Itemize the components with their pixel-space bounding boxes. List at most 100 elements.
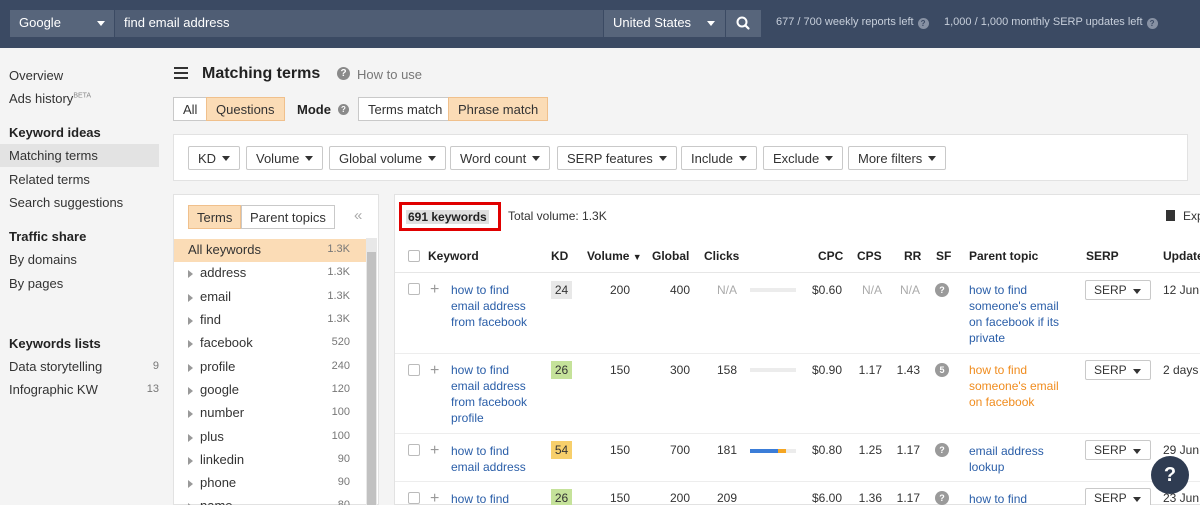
serp-button[interactable]: SERP — [1085, 280, 1151, 300]
expand-arrow-icon[interactable] — [188, 480, 193, 488]
expand-arrow-icon[interactable] — [188, 410, 193, 418]
term-item[interactable]: profile 240 — [174, 356, 366, 379]
term-item[interactable]: linkedin 90 — [174, 449, 366, 472]
term-item[interactable]: email 1.3K — [174, 286, 366, 309]
add-to-list-icon[interactable]: + — [430, 491, 439, 505]
sidebar-item-related-terms[interactable]: Related terms — [9, 172, 90, 187]
search-input[interactable]: find email address — [115, 10, 603, 37]
cpc-value: $6.00 — [811, 491, 842, 505]
keyword-link[interactable]: how to find email address from facebook — [451, 282, 541, 330]
expand-arrow-icon[interactable] — [188, 317, 193, 325]
menu-icon[interactable] — [174, 67, 188, 79]
help-icon[interactable]: ? — [1146, 18, 1158, 29]
terms-scrollbar-thumb[interactable] — [367, 252, 376, 505]
filter-questions-button[interactable]: Questions — [206, 97, 285, 121]
filter-all-button[interactable]: All — [173, 97, 208, 121]
parent-topic-link[interactable]: how to find someone's email on facebook … — [969, 282, 1074, 346]
country-select[interactable]: United States — [604, 10, 725, 37]
chevron-down-icon — [1133, 497, 1141, 502]
sidebar-item-by-domains[interactable]: By domains — [9, 252, 77, 267]
global-volume-filter-button[interactable]: Global volume — [329, 146, 447, 170]
term-item[interactable]: number 100 — [174, 402, 366, 425]
more-filters-button[interactable]: More filters — [848, 146, 947, 170]
expand-arrow-icon[interactable] — [188, 364, 193, 372]
expand-arrow-icon[interactable] — [188, 294, 193, 302]
serp-button[interactable]: SERP — [1085, 440, 1151, 460]
serp-button[interactable]: SERP — [1085, 488, 1151, 505]
volume-filter-button[interactable]: Volume — [246, 146, 324, 170]
add-to-list-icon[interactable]: + — [430, 282, 439, 298]
expand-arrow-icon[interactable] — [188, 387, 193, 395]
term-item[interactable]: facebook 520 — [174, 332, 366, 355]
expand-arrow-icon[interactable] — [188, 340, 193, 348]
keyword-link[interactable]: how to find — [451, 491, 541, 505]
column-header-cps[interactable]: CPS — [857, 249, 882, 263]
expand-arrow-icon[interactable] — [188, 434, 193, 442]
tab-terms[interactable]: Terms — [188, 205, 242, 229]
row-checkbox[interactable] — [408, 283, 420, 295]
term-item[interactable]: address 1.3K — [174, 262, 366, 285]
help-icon[interactable]: ? — [917, 18, 929, 29]
exclude-filter-button[interactable]: Exclude — [763, 146, 844, 170]
help-icon[interactable]: ? — [338, 104, 349, 115]
column-header-parent-topic[interactable]: Parent topic — [969, 249, 1038, 263]
term-item[interactable]: google 120 — [174, 379, 366, 402]
sidebar-item-list[interactable]: Infographic KW 13 — [9, 382, 159, 397]
keyword-link[interactable]: how to find email address — [451, 443, 541, 475]
export-button[interactable]: Exp — [1183, 209, 1200, 223]
column-header-volume[interactable]: Volume ▼ — [587, 249, 642, 263]
sidebar-item-ads-history[interactable]: Ads historyBETA — [9, 91, 91, 106]
sidebar-item-search-suggestions[interactable]: Search suggestions — [9, 195, 123, 210]
phrase-match-button[interactable]: Phrase match — [448, 97, 549, 121]
expand-arrow-icon[interactable] — [188, 270, 193, 278]
kd-filter-button[interactable]: KD — [188, 146, 241, 170]
column-header-rr[interactable]: RR — [904, 249, 921, 263]
serp-features-icon[interactable]: ? — [935, 443, 949, 457]
serp-features-icon[interactable]: ? — [935, 283, 949, 297]
term-item[interactable]: All keywords 1.3K — [174, 239, 366, 262]
help-chat-button[interactable]: ? — [1151, 456, 1189, 494]
search-engine-select[interactable]: Google — [10, 10, 114, 37]
serp-features-icon[interactable]: 5 — [935, 363, 949, 377]
column-header-clicks[interactable]: Clicks — [704, 249, 739, 263]
row-checkbox[interactable] — [408, 364, 420, 376]
search-button[interactable] — [726, 10, 761, 37]
expand-arrow-icon[interactable] — [188, 457, 193, 465]
row-checkbox[interactable] — [408, 492, 420, 504]
row-checkbox[interactable] — [408, 444, 420, 456]
add-to-list-icon[interactable]: + — [430, 443, 439, 459]
column-header-updated[interactable]: Update — [1163, 249, 1200, 263]
help-icon[interactable]: ? — [337, 67, 350, 80]
select-all-checkbox[interactable] — [408, 250, 420, 262]
parent-topic-link[interactable]: how to find — [969, 491, 1074, 505]
column-header-sf[interactable]: SF — [936, 249, 951, 263]
tab-parent-topics[interactable]: Parent topics — [241, 205, 335, 229]
column-header-kd[interactable]: KD — [551, 249, 568, 263]
term-item[interactable]: phone 90 — [174, 472, 366, 495]
sidebar-item-list[interactable]: Data storytelling 9 — [9, 359, 159, 374]
term-item[interactable]: find 1.3K — [174, 309, 366, 332]
how-to-use-link[interactable]: How to use — [357, 67, 422, 82]
parent-topic-link[interactable]: email address lookup — [969, 443, 1074, 475]
collapse-panel-icon[interactable]: « — [354, 207, 362, 224]
word-count-filter-button[interactable]: Word count — [450, 146, 551, 170]
terms-match-button[interactable]: Terms match — [358, 97, 453, 121]
keyword-link[interactable]: how to find email address from facebook … — [451, 362, 541, 426]
column-header-cpc[interactable]: CPC — [818, 249, 843, 263]
serp-features-icon[interactable]: ? — [935, 491, 949, 505]
sidebar-item-matching-terms[interactable]: Matching terms — [0, 144, 159, 167]
export-icon[interactable] — [1166, 210, 1175, 221]
parent-topic-link[interactable]: how to find someone's email on facebook — [969, 362, 1074, 410]
include-filter-button[interactable]: Include — [681, 146, 757, 170]
serp-features-filter-button[interactable]: SERP features — [557, 146, 677, 170]
cps-value: 1.36 — [858, 491, 882, 505]
sidebar-item-by-pages[interactable]: By pages — [9, 276, 63, 291]
column-header-global[interactable]: Global — [652, 249, 689, 263]
term-item[interactable]: name 80 — [174, 495, 366, 505]
column-header-serp[interactable]: SERP — [1086, 249, 1119, 263]
column-header-keyword[interactable]: Keyword — [428, 249, 479, 263]
serp-button[interactable]: SERP — [1085, 360, 1151, 380]
add-to-list-icon[interactable]: + — [430, 363, 439, 379]
sidebar-item-overview[interactable]: Overview — [9, 68, 63, 83]
term-item[interactable]: plus 100 — [174, 426, 366, 449]
